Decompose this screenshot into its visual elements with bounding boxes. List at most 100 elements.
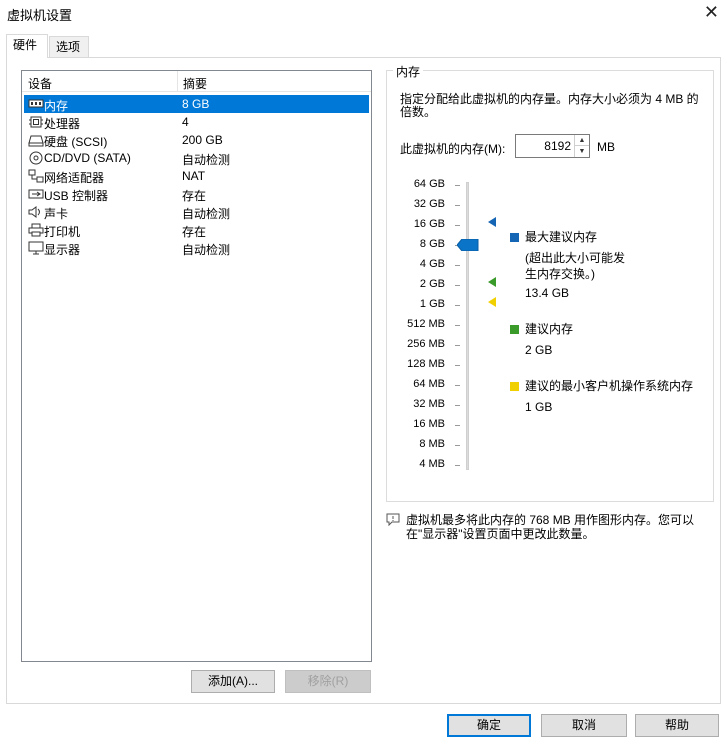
min-recommended-marker-icon xyxy=(488,297,496,307)
window-title: 虚拟机设置 xyxy=(7,8,73,23)
device-name: CD/DVD (SATA) xyxy=(44,151,131,165)
close-icon[interactable]: ✕ xyxy=(704,2,719,23)
hardware-panel: 设备 摘要 内存 8 GB 处理器 4 硬盘 (SCSI) 200 GB CD/… xyxy=(6,57,721,704)
min-recommended-swatch-icon xyxy=(510,382,519,391)
processor-icon xyxy=(29,116,43,128)
usb-icon xyxy=(28,189,44,199)
scale-tick xyxy=(455,185,460,186)
scale-tick xyxy=(455,305,460,306)
memory-input[interactable]: 8192 xyxy=(544,139,571,153)
scale-tick xyxy=(455,445,460,446)
device-name: 打印机 xyxy=(44,225,81,239)
printer-icon xyxy=(28,223,44,237)
device-summary: 200 GB xyxy=(182,133,223,147)
scale-label: 64 MB xyxy=(413,378,445,390)
device-row-processor[interactable]: 处理器 4 xyxy=(24,113,369,131)
add-button[interactable]: 添加(A)... xyxy=(191,670,275,693)
scale-label: 64 GB xyxy=(413,178,445,190)
scale-tick xyxy=(455,425,460,426)
device-list-header: 设备 摘要 xyxy=(22,71,371,92)
info-icon xyxy=(386,513,400,526)
tab-options[interactable]: 选项 xyxy=(49,36,89,58)
ok-button[interactable]: 确定 xyxy=(447,714,531,737)
min-recommended-label: 建议的最小客户机操作系统内存 xyxy=(525,379,694,393)
device-summary: 4 xyxy=(182,115,189,129)
recommended-value: 2 GB xyxy=(525,343,553,357)
scale-label: 2 GB xyxy=(419,278,445,290)
memory-group: 内存 指定分配给此虚拟机的内存量。内存大小必须为 4 MB 的倍数。 此虚拟机的… xyxy=(386,63,714,502)
scale-label: 32 GB xyxy=(413,198,445,210)
help-button[interactable]: 帮助 xyxy=(635,714,719,737)
device-name: 显示器 xyxy=(44,243,81,257)
max-recommended-value: 13.4 GB xyxy=(525,286,570,300)
spin-down-icon[interactable]: ▼ xyxy=(574,146,589,157)
memory-spinbox[interactable]: 8192 ▲ ▼ xyxy=(515,134,590,158)
graphics-memory-note: 虚拟机最多将此内存的 768 MB 用作图形内存。您可以在"显示器"设置页面中更… xyxy=(406,513,695,541)
memory-icon xyxy=(28,99,44,108)
cancel-button[interactable]: 取消 xyxy=(541,714,627,737)
recommended-swatch-icon xyxy=(510,325,519,334)
scale-tick xyxy=(455,325,460,326)
device-summary: 存在 xyxy=(182,225,207,239)
scale-label: 1 GB xyxy=(419,298,445,310)
max-recommended-marker-icon xyxy=(488,217,496,227)
memory-slider-track[interactable] xyxy=(466,182,469,470)
title-bar: 虚拟机设置 ✕ xyxy=(0,0,727,28)
scale-label: 16 MB xyxy=(413,418,445,430)
column-header-summary[interactable]: 摘要 xyxy=(183,75,207,92)
memory-group-title: 内存 xyxy=(393,63,424,80)
display-icon xyxy=(28,241,44,255)
scale-label: 128 MB xyxy=(407,358,445,370)
device-name: 声卡 xyxy=(44,207,69,221)
scale-label: 512 MB xyxy=(407,318,445,330)
scale-label: 4 MB xyxy=(419,458,445,470)
max-recommended-note: (超出此大小可能发生内存交换。) xyxy=(525,251,625,281)
scale-label: 32 MB xyxy=(413,398,445,410)
scale-label: 8 GB xyxy=(419,238,445,250)
scale-tick xyxy=(455,205,460,206)
tab-hardware[interactable]: 硬件 xyxy=(6,34,48,58)
device-row-sound-card[interactable]: 声卡 自动检测 xyxy=(24,203,369,221)
remove-button[interactable]: 移除(R) xyxy=(285,670,371,693)
scale-tick xyxy=(455,225,460,226)
column-header-device[interactable]: 设备 xyxy=(28,75,52,92)
device-name: 网络适配器 xyxy=(44,171,105,185)
scale-tick xyxy=(455,365,460,366)
memory-slider-thumb[interactable] xyxy=(457,239,479,251)
device-name: 内存 xyxy=(44,99,69,113)
scale-tick xyxy=(455,285,460,286)
min-recommended-value: 1 GB xyxy=(525,400,553,414)
device-list[interactable]: 设备 摘要 内存 8 GB 处理器 4 硬盘 (SCSI) 200 GB CD/… xyxy=(21,70,372,662)
scale-tick xyxy=(455,345,460,346)
scale-label: 8 MB xyxy=(419,438,445,450)
scale-label: 256 MB xyxy=(407,338,445,350)
scale-tick xyxy=(455,465,460,466)
device-summary: 自动检测 xyxy=(182,153,231,167)
device-summary: 8 GB xyxy=(182,97,210,111)
device-row-hard-disk[interactable]: 硬盘 (SCSI) 200 GB xyxy=(24,131,369,149)
recommended-marker-icon xyxy=(488,277,496,287)
column-divider[interactable] xyxy=(177,71,178,92)
device-row-memory[interactable]: 内存 8 GB xyxy=(24,95,369,113)
memory-unit: MB xyxy=(597,140,615,154)
scale-label: 16 GB xyxy=(413,218,445,230)
device-name: USB 控制器 xyxy=(44,189,109,203)
sound-card-icon xyxy=(28,206,40,218)
device-summary: NAT xyxy=(182,169,206,183)
scale-tick xyxy=(455,385,460,386)
spin-up-icon[interactable]: ▲ xyxy=(574,135,589,146)
device-row-cd-dvd[interactable]: CD/DVD (SATA) 自动检测 xyxy=(24,149,369,167)
recommended-label: 建议内存 xyxy=(525,322,574,336)
hard-disk-icon xyxy=(28,135,44,147)
device-row-display[interactable]: 显示器 自动检测 xyxy=(24,239,369,257)
device-name: 处理器 xyxy=(44,117,81,131)
device-row-network-adapter[interactable]: 网络适配器 NAT xyxy=(24,167,369,185)
device-name: 硬盘 (SCSI) xyxy=(44,135,108,149)
scale-label: 4 GB xyxy=(419,258,445,270)
network-adapter-icon xyxy=(28,169,44,183)
device-row-usb-controller[interactable]: USB 控制器 存在 xyxy=(24,185,369,203)
scale-tick xyxy=(455,405,460,406)
max-recommended-label: 最大建议内存 xyxy=(525,230,598,244)
device-summary: 自动检测 xyxy=(182,207,231,221)
device-row-printer[interactable]: 打印机 存在 xyxy=(24,221,369,239)
